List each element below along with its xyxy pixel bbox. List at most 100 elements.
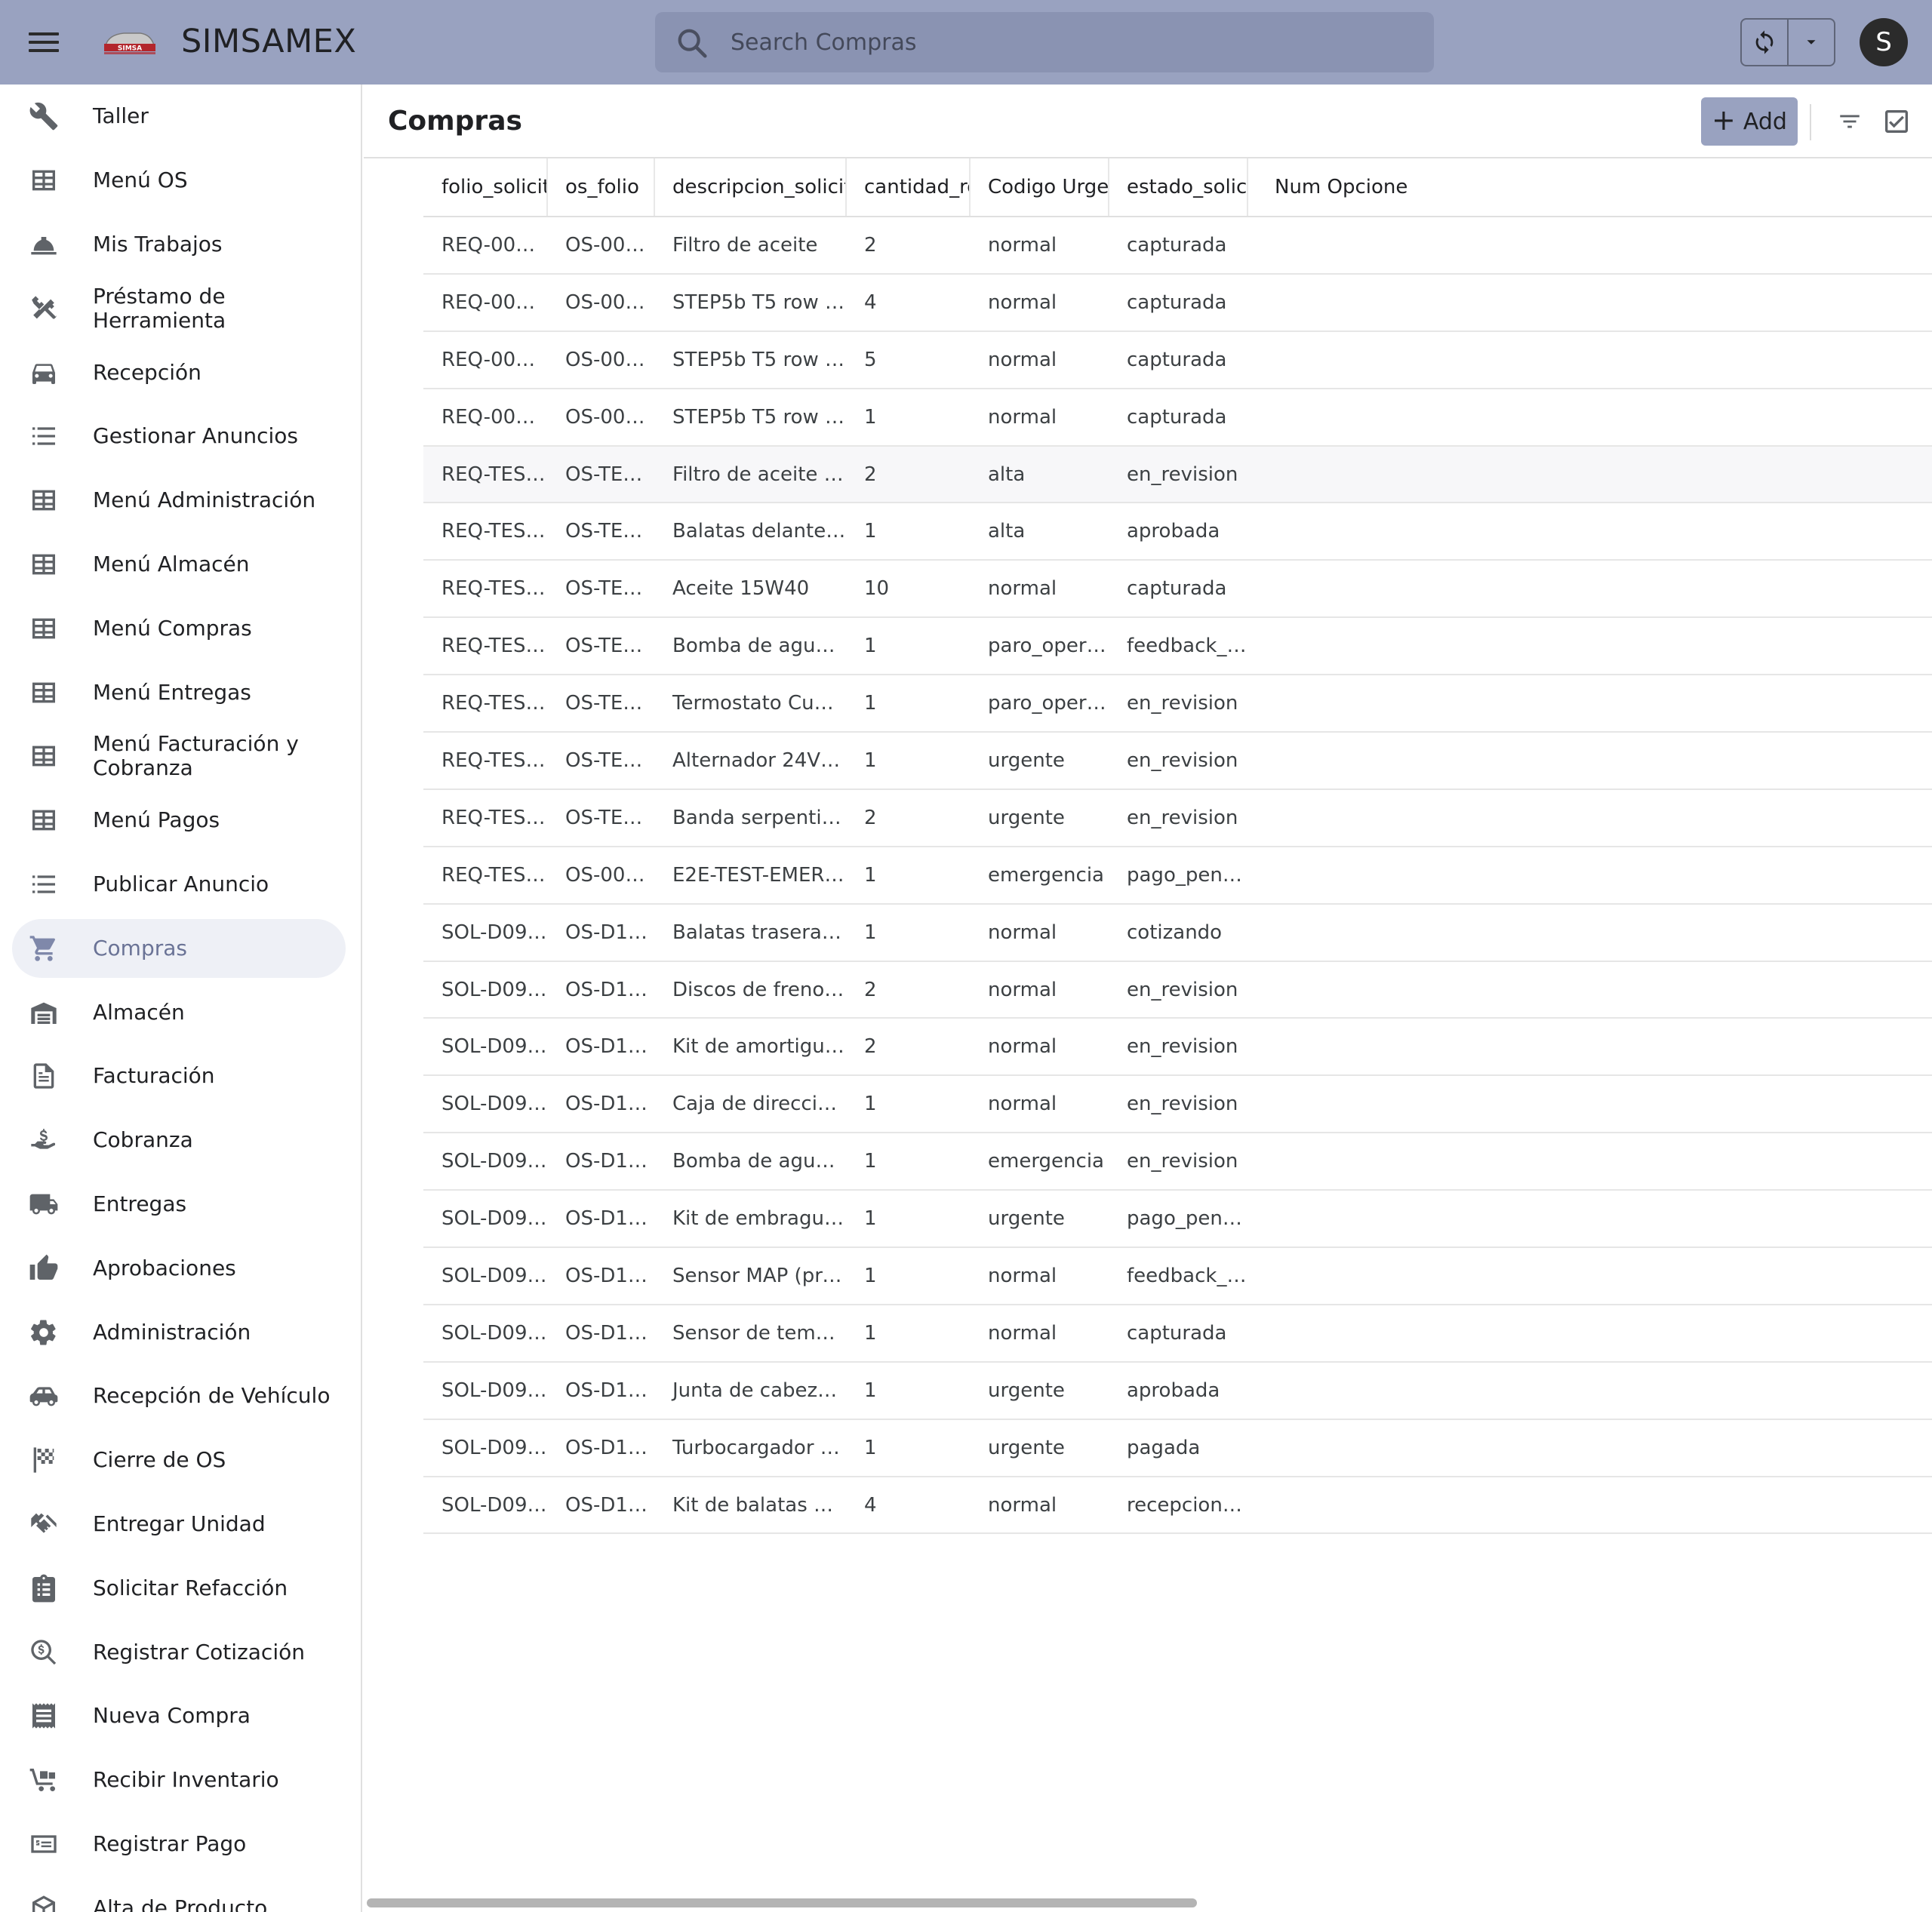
sidebar-item-prestamo-de-herramienta[interactable]: Préstamo de Herramienta: [0, 276, 361, 340]
list-icon: [27, 420, 60, 453]
sidebar-item-administracion[interactable]: Administración: [0, 1300, 361, 1364]
table-cell: REQ-TEST-007: [441, 806, 547, 829]
sync-button-group: [1740, 18, 1835, 66]
column-resize-handle[interactable]: [1247, 158, 1248, 216]
column-header[interactable]: folio_solicitud: [423, 158, 547, 216]
sidebar-item-publicar-anuncio[interactable]: Publicar Anuncio: [0, 853, 361, 917]
table-cell: SOL-D0920: [441, 1379, 547, 1402]
table-cell: normal: [988, 348, 1057, 371]
table-cell: OS-TEST-001: [565, 463, 654, 486]
table-row[interactable]: REQ-TEST-007 OS-TEST-003 Banda serpentina …: [423, 790, 1932, 847]
column-header[interactable]: os_folio: [547, 158, 654, 216]
sidebar-item-recepcion-de-vehiculo[interactable]: Recepción de Vehículo: [0, 1364, 361, 1428]
sidebar-item-entregar-unidad[interactable]: Entregar Unidad: [0, 1492, 361, 1557]
table-row[interactable]: SOL-D0911 OS-D1001 Balatas traseras con se…: [423, 905, 1932, 962]
table-cell: OS-00001: [565, 348, 654, 371]
table-row[interactable]: SOL-D0916 OS-D1002 Kit de embrague complet…: [423, 1191, 1932, 1249]
table-row[interactable]: REQ-00003 OS-00001 STEP5b T5 row 2 - aceit…: [423, 332, 1932, 389]
sidebar-item-menu-facturacion-y-cobranza[interactable]: Menú Facturación y Cobranza: [0, 724, 361, 788]
column-header[interactable]: Num Opcione: [1247, 158, 1474, 216]
table-header: folio_solicitudos_foliodescripcion_solic…: [423, 158, 1932, 217]
column-resize-handle[interactable]: [845, 158, 847, 216]
sidebar-item-menu-almacen[interactable]: Menú Almacén: [0, 533, 361, 597]
horizontal-scrollbar[interactable]: [367, 1898, 1197, 1907]
column-resize-handle[interactable]: [546, 158, 548, 216]
sidebar-item-menu-pagos[interactable]: Menú Pagos: [0, 788, 361, 853]
table-row[interactable]: SOL-D0918 OS-D1001 Sensor MAP (presion mul…: [423, 1248, 1932, 1305]
table-cell: normal: [988, 1093, 1057, 1116]
sidebar-item-registrar-cotizacion[interactable]: Registrar Cotización: [0, 1620, 361, 1684]
table-row[interactable]: SOL-D0912 OS-D1001 Discos de freno delante…: [423, 962, 1932, 1019]
sidebar-item-compras[interactable]: Compras: [0, 916, 361, 980]
sidebar-item-nueva-compra[interactable]: Nueva Compra: [0, 1684, 361, 1748]
sidebar-item-almacen[interactable]: Almacén: [0, 980, 361, 1044]
table-cell: recepcion_parcial: [1127, 1493, 1247, 1517]
table-row[interactable]: SOL-D0922 OS-D1002 Turbocargador Garrett G…: [423, 1420, 1932, 1477]
sidebar-item-recibir-inventario[interactable]: Recibir Inventario: [0, 1748, 361, 1812]
sidebar-item-alta-de-producto[interactable]: Alta de Producto: [0, 1876, 361, 1912]
table-row[interactable]: SOL-D0914 OS-D1001 Caja de direccion hidra…: [423, 1076, 1932, 1134]
sidebar-item-cierre-de-os[interactable]: Cierre de OS: [0, 1428, 361, 1492]
column-resize-handle[interactable]: [969, 158, 971, 216]
sidebar-item-menu-administracion[interactable]: Menú Administración: [0, 469, 361, 533]
table-row[interactable]: REQ-TEST-004 OS-TEST-002 Bomba de agua Cum…: [423, 618, 1932, 676]
add-button[interactable]: + Add: [1701, 97, 1798, 146]
user-avatar[interactable]: S: [1860, 18, 1908, 66]
table-row[interactable]: REQ-TEST-006 OS-TEST-003 Alternador 24V De…: [423, 733, 1932, 790]
table-cell: 1: [864, 1379, 877, 1402]
sidebar-item-mis-trabajos[interactable]: Mis Trabajos: [0, 213, 361, 277]
sidebar-item-taller[interactable]: Taller: [0, 85, 361, 149]
table-row[interactable]: SOL-D0920 OS-D1002 Junta de cabeza Cummins…: [423, 1363, 1932, 1420]
sidebar-item-label: Entregar Unidad: [93, 1511, 266, 1536]
sidebar-item-menu-entregas[interactable]: Menú Entregas: [0, 660, 361, 724]
table-row[interactable]: REQ-00002 OS-00001 STEP5b T5 row 1 - bujia…: [423, 275, 1932, 332]
column-resize-handle[interactable]: [654, 158, 655, 216]
filter-button[interactable]: [1831, 103, 1869, 140]
column-header[interactable]: estado_solicitud: [1109, 158, 1247, 216]
table-cell: 1: [864, 863, 877, 887]
box-icon: [27, 1892, 60, 1912]
menu-icon[interactable]: [23, 23, 65, 62]
table-row[interactable]: REQ-TEST-005 OS-TEST-002 Termostato Cummin…: [423, 675, 1932, 733]
table-cell: REQ-00001: [441, 234, 547, 257]
invoice-icon: [27, 1059, 60, 1093]
sidebar-item-label: Aprobaciones: [93, 1255, 236, 1280]
search-input[interactable]: [731, 12, 1410, 72]
sync-dropdown-button[interactable]: [1787, 20, 1834, 65]
sidebar-item-solicitar-refaccion[interactable]: Solicitar Refacción: [0, 1556, 361, 1620]
sidebar-item-entregas[interactable]: Entregas: [0, 1173, 361, 1237]
sidebar-item-aprobaciones[interactable]: Aprobaciones: [0, 1236, 361, 1300]
data-table: folio_solicitudos_foliodescripcion_solic…: [423, 158, 1932, 1535]
sidebar-item-cobranza[interactable]: Cobranza: [0, 1108, 361, 1173]
table-cell: Aceite 15W40: [672, 577, 810, 601]
table-cell: 4: [864, 290, 877, 314]
sidebar-item-menu-os[interactable]: Menú OS: [0, 149, 361, 213]
table-row[interactable]: SOL-D0915 OS-D1001 Bomba de agua motor — U…: [423, 1133, 1932, 1191]
column-header[interactable]: Codigo Urgencia: [970, 158, 1109, 216]
table-cell: normal: [988, 1265, 1057, 1288]
table-row[interactable]: REQ-TEST-010 OS-00001 E2E-TEST-EMERGENCIA …: [423, 847, 1932, 905]
sidebar-item-gestionar-anuncios[interactable]: Gestionar Anuncios: [0, 404, 361, 469]
select-mode-button[interactable]: [1878, 103, 1915, 140]
table-row[interactable]: REQ-TEST-001 OS-TEST-001 Filtro de aceite …: [423, 446, 1932, 504]
column-resize-handle[interactable]: [1108, 158, 1109, 216]
search-bar[interactable]: [655, 12, 1434, 72]
table-row[interactable]: SOL-D0919 OS-D1001 Sensor de temperatura d…: [423, 1305, 1932, 1363]
sidebar-item-facturacion[interactable]: Facturación: [0, 1044, 361, 1108]
table-row[interactable]: REQ-00004 OS-00001 STEP5b T5 row 3 - filtr…: [423, 389, 1932, 447]
sidebar-item-recepcion[interactable]: Recepción: [0, 340, 361, 404]
sidebar-item-label: Mis Trabajos: [93, 231, 223, 257]
sync-button[interactable]: [1742, 20, 1787, 65]
table-row[interactable]: REQ-TEST-003 OS-TEST-001 Aceite 15W40 10 nor…: [423, 561, 1932, 619]
sidebar-item-menu-compras[interactable]: Menú Compras: [0, 596, 361, 660]
table-row[interactable]: REQ-00001 OS-00001 Filtro de aceite 2 normal…: [423, 217, 1932, 275]
table-cell: en_revision: [1127, 806, 1238, 829]
sidebar-item-registrar-pago[interactable]: Registrar Pago: [0, 1812, 361, 1877]
column-header[interactable]: descripcion_solicitada: [654, 158, 846, 216]
table-row[interactable]: SOL-D0923 OS-D1003 Kit de balatas + discos…: [423, 1477, 1932, 1535]
column-header[interactable]: cantidad_requerid...: [846, 158, 970, 216]
car-side-icon: [27, 1379, 60, 1412]
table-row[interactable]: SOL-D0913 OS-D1001 Kit de amortiguadores d…: [423, 1019, 1932, 1077]
table-row[interactable]: REQ-TEST-002 OS-TEST-001 Balatas delantera…: [423, 503, 1932, 561]
table-cell: OS-TEST-002: [565, 635, 654, 658]
